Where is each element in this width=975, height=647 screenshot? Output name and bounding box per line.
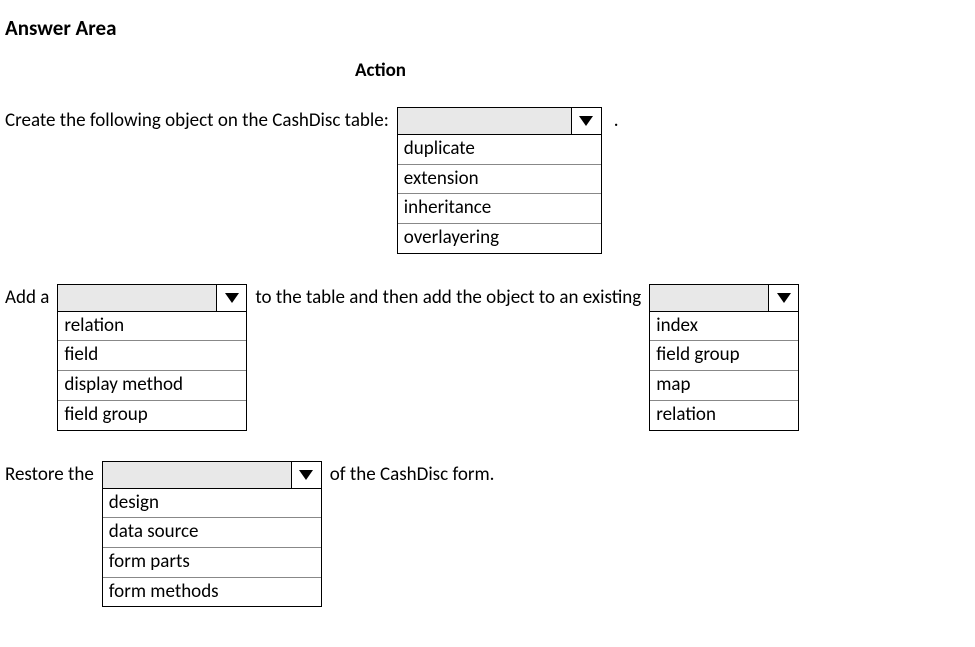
row2-dropdown-b-group: index field group map relation xyxy=(649,284,799,431)
row3-dropdown-value xyxy=(103,462,291,488)
row2-dropdown-a-group: relation field display method field grou… xyxy=(57,284,247,431)
row2-dropdown-a[interactable] xyxy=(57,284,247,312)
row3-dropdown-group: design data source form parts form metho… xyxy=(102,461,322,608)
row1-dropdown-value xyxy=(398,108,571,134)
chevron-down-icon xyxy=(571,108,601,134)
row2-option-b[interactable]: index xyxy=(650,312,798,342)
row3-text-before: Restore the xyxy=(5,461,94,486)
chevron-down-icon xyxy=(216,285,246,311)
row3-option[interactable]: design xyxy=(103,489,321,519)
row1-option[interactable]: inheritance xyxy=(398,194,601,224)
row1-text-before: Create the following object on the CashD… xyxy=(5,107,389,132)
chevron-down-icon xyxy=(291,462,321,488)
row3-option[interactable]: data source xyxy=(103,518,321,548)
row1-dropdown-group: duplicate extension inheritance overlaye… xyxy=(397,107,602,254)
row2-option-b[interactable]: field group xyxy=(650,341,798,371)
row2-dropdown-a-value xyxy=(58,285,216,311)
row3-options-list: design data source form parts form metho… xyxy=(102,489,322,608)
question-row-2: Add a relation field display method fiel… xyxy=(5,284,965,431)
row2-option-b[interactable]: map xyxy=(650,371,798,401)
row3-option[interactable]: form methods xyxy=(103,578,321,607)
row2-option-a[interactable]: field group xyxy=(58,401,246,430)
row2-dropdown-b[interactable] xyxy=(649,284,799,312)
row1-options-list: duplicate extension inheritance overlaye… xyxy=(397,135,602,254)
row3-dropdown[interactable] xyxy=(102,461,322,489)
row2-options-b-list: index field group map relation xyxy=(649,312,799,431)
row2-option-a[interactable]: relation xyxy=(58,312,246,342)
row2-option-a[interactable]: field xyxy=(58,341,246,371)
row1-option[interactable]: overlayering xyxy=(398,224,601,253)
action-heading: Action xyxy=(355,59,406,82)
chevron-down-icon xyxy=(768,285,798,311)
row2-option-a[interactable]: display method xyxy=(58,371,246,401)
row3-text-after: of the CashDisc form. xyxy=(330,461,495,486)
row2-text-a: Add a xyxy=(5,284,49,309)
row1-period: . xyxy=(614,107,619,132)
question-row-3: Restore the design data source form part… xyxy=(5,461,965,608)
row1-dropdown[interactable] xyxy=(397,107,602,135)
row3-option[interactable]: form parts xyxy=(103,548,321,578)
question-row-1: Create the following object on the CashD… xyxy=(5,107,965,254)
row1-option[interactable]: duplicate xyxy=(398,135,601,165)
row2-options-a-list: relation field display method field grou… xyxy=(57,312,247,431)
row2-text-b: to the table and then add the object to … xyxy=(255,284,641,309)
answer-area-title: Answer Area xyxy=(5,15,965,41)
row2-option-b[interactable]: relation xyxy=(650,401,798,430)
row1-option[interactable]: extension xyxy=(398,165,601,195)
row2-dropdown-b-value xyxy=(650,285,768,311)
